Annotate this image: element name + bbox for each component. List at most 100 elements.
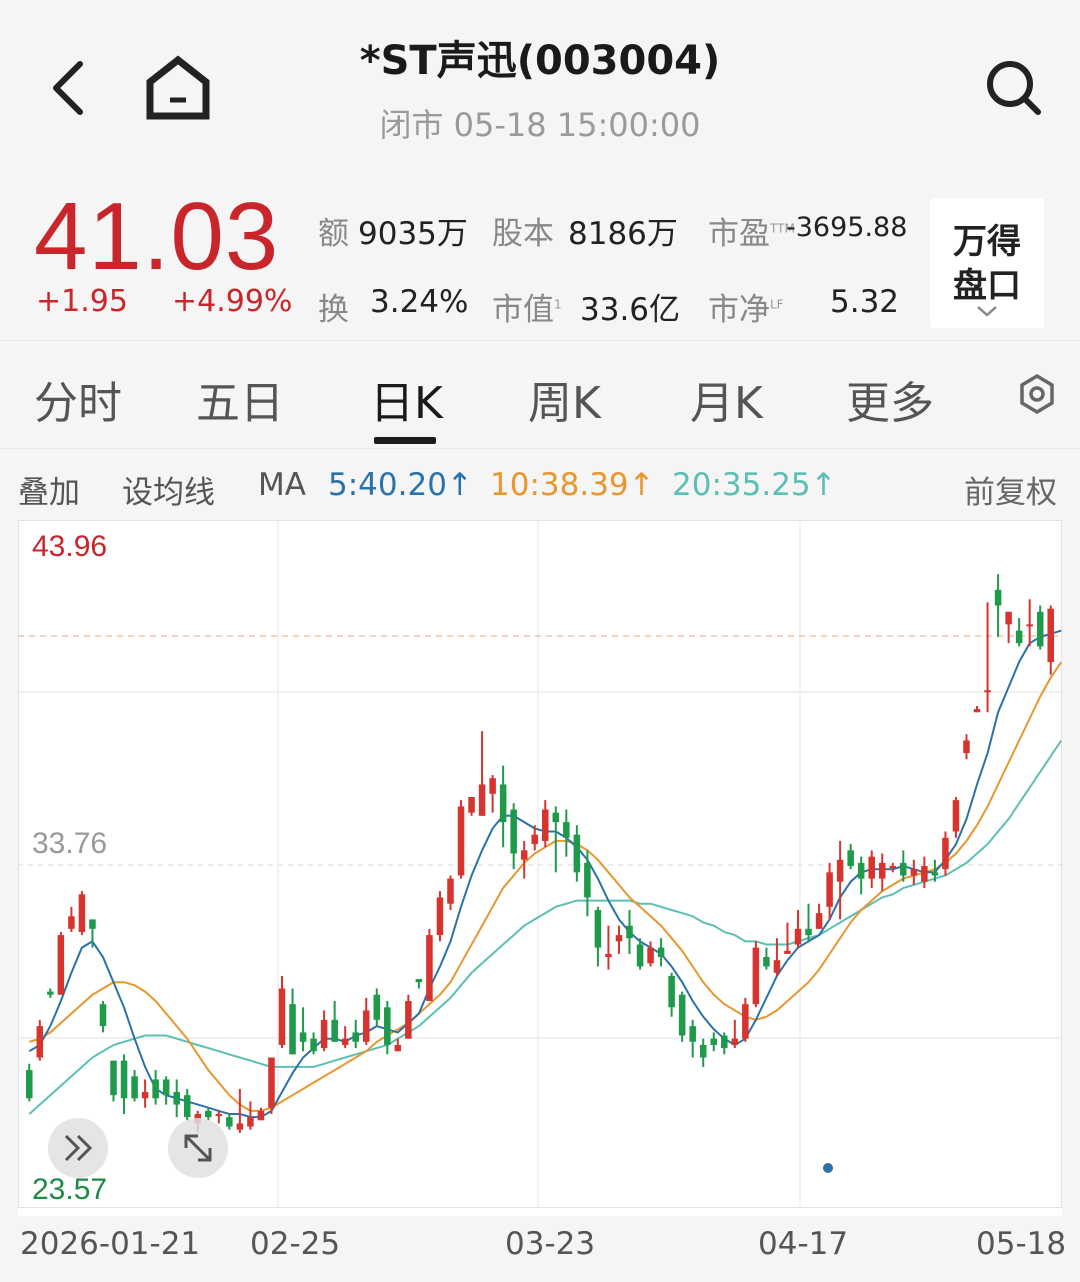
candle-up: [257, 1110, 265, 1121]
candle-up: [910, 869, 918, 876]
candle-down: [205, 1110, 212, 1118]
ma20-line: [28, 739, 1063, 1115]
candle-down: [668, 975, 675, 1008]
amount-value: 9035万: [358, 216, 468, 252]
active-tab-indicator: [374, 437, 436, 444]
candle-down: [857, 862, 865, 879]
candle-down: [331, 1019, 338, 1042]
pe-label: 市盈TTM: [708, 216, 795, 252]
candle-down: [289, 1004, 296, 1055]
candle-up: [405, 1001, 412, 1039]
chevron-down-icon: [977, 306, 997, 317]
candle-down: [89, 919, 96, 929]
tab-more[interactable]: 更多: [846, 367, 934, 431]
candle-up: [236, 1123, 244, 1130]
x-label: 04-17: [758, 1226, 849, 1262]
candle-up: [942, 837, 949, 870]
scroll-latest-button[interactable]: [48, 1118, 108, 1178]
indicator-bar: 叠加 设均线 MA 5:40.20↑ 10:38.39↑ 20:35.25↑ 前…: [0, 448, 1080, 520]
candle-down: [721, 1035, 728, 1049]
candle-down: [710, 1038, 718, 1045]
price-change: +1.95: [36, 284, 128, 319]
last-price: 41.03: [34, 183, 280, 290]
candle-down: [499, 784, 507, 823]
candle-down: [110, 1060, 117, 1096]
candle-down: [510, 809, 517, 854]
candle-down: [689, 1026, 696, 1042]
event-marker[interactable]: [823, 1163, 833, 1173]
search-icon: [987, 61, 1041, 115]
candle-up: [752, 947, 760, 1005]
chart-settings-button[interactable]: [1016, 373, 1058, 415]
candle-up: [984, 690, 991, 693]
candle-down: [552, 812, 560, 823]
candle-down: [805, 928, 812, 936]
ma10-value: 10:38.39↑: [490, 467, 655, 503]
candle-up: [341, 1038, 349, 1045]
candle-down: [626, 925, 633, 939]
period-tabs: 分时 五日 日K 周K 月K 更多: [0, 340, 1080, 448]
candle-up: [36, 1026, 44, 1058]
tab-weekly-k[interactable]: 周K: [528, 367, 601, 431]
candle-up: [773, 960, 781, 973]
ma20-value: 20:35.25↑: [672, 467, 837, 503]
candle-down: [173, 1092, 180, 1105]
candle-down: [563, 822, 570, 838]
candle-up: [394, 1044, 402, 1052]
quote-panel: 41.03 +1.95 +4.99% 额 9035万 股本 8186万 市盈TT…: [0, 170, 1080, 340]
ma-label: MA: [258, 467, 306, 503]
candle-up: [542, 809, 549, 841]
candle-up: [784, 950, 791, 954]
candle-down: [162, 1079, 170, 1096]
fullscreen-button[interactable]: [168, 1118, 228, 1178]
kline-svg[interactable]: 43.96 33.76 23.57: [18, 520, 1063, 1216]
candle-down: [1036, 611, 1044, 647]
candle-down: [763, 957, 770, 967]
candle-up: [878, 862, 886, 879]
expand-arrows-icon: [184, 1134, 212, 1162]
candle-up: [278, 988, 286, 1045]
wind-order-book-button[interactable]: 万得 盘口: [930, 198, 1044, 328]
kline-chart[interactable]: 43.96 33.76 23.57: [18, 520, 1063, 1216]
pe-value: -3695.88: [786, 212, 908, 243]
search-button[interactable]: [980, 52, 1050, 122]
candle-up: [68, 916, 75, 929]
candle-down: [99, 1004, 107, 1027]
candle-up: [57, 935, 65, 995]
candle-up: [1005, 611, 1012, 625]
turnover-value: 3.24%: [370, 284, 469, 320]
turnover-label: 换: [318, 292, 349, 328]
candle-down: [678, 994, 686, 1036]
tab-five-day[interactable]: 五日: [196, 367, 284, 431]
candle-down: [699, 1044, 707, 1058]
ma5-value: 5:40.20↑: [328, 467, 473, 503]
candle-down: [47, 991, 54, 995]
overlay-button[interactable]: 叠加: [18, 467, 80, 512]
candle-up: [436, 897, 444, 936]
candle-up: [963, 740, 970, 754]
x-label: 03-23: [505, 1226, 596, 1262]
amount-label: 额: [318, 216, 349, 252]
candle-down: [299, 1032, 307, 1042]
candle-up: [215, 1114, 223, 1117]
tab-monthly-k[interactable]: 月K: [690, 367, 763, 431]
candle-up: [531, 834, 538, 845]
tab-daily-k[interactable]: 日K: [370, 367, 443, 431]
set-ma-button[interactable]: 设均线: [122, 467, 215, 512]
candle-down: [636, 944, 644, 967]
candle-down: [1015, 630, 1023, 644]
settings-gear-icon: [1020, 373, 1054, 415]
candle-up: [247, 1117, 254, 1127]
candle-up: [141, 1092, 149, 1099]
candle-down: [120, 1060, 128, 1099]
price-adjust-button[interactable]: 前复权: [964, 467, 1057, 512]
candle-down: [26, 1070, 33, 1099]
tab-intraday[interactable]: 分时: [34, 367, 122, 431]
candle-down: [352, 1032, 359, 1042]
market-cap-label: 市值1: [492, 292, 562, 328]
double-chevron-right-icon: [64, 1134, 93, 1162]
x-label: 2026-01-21: [20, 1226, 201, 1262]
candle-up: [489, 778, 496, 794]
candle-down: [310, 1038, 317, 1052]
candle-up: [889, 866, 897, 869]
